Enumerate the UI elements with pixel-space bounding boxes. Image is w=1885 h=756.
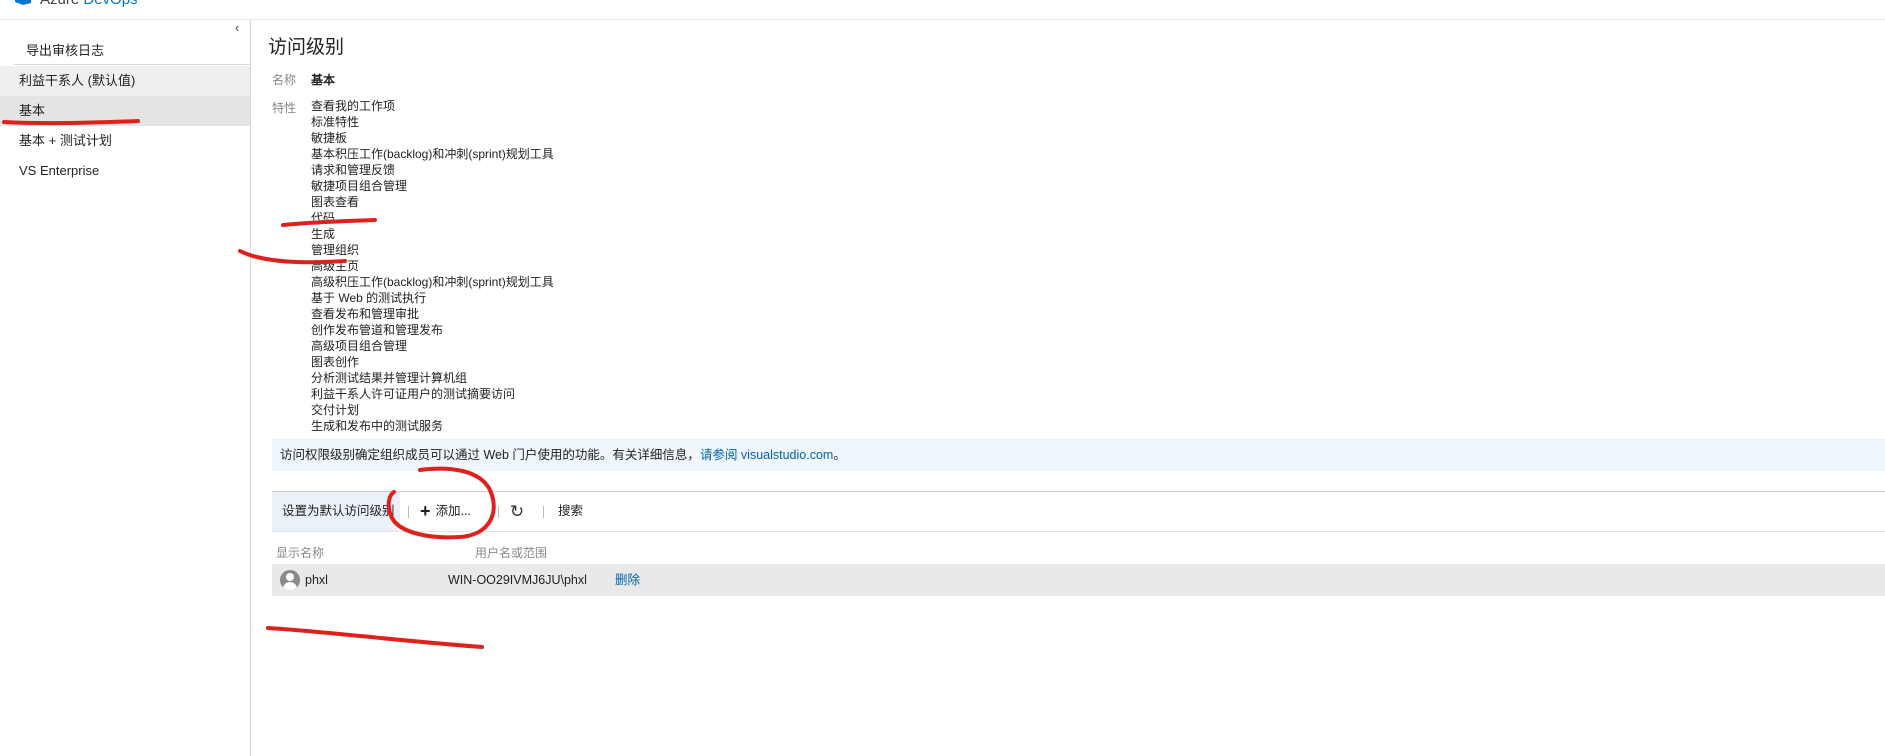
toolbar: 设置为默认访问级别 + 添加... ↻ 搜索 bbox=[272, 492, 1885, 532]
main-panel: 访问级别 名称 基本 特性 查看我的工作项 标准特性敏捷板基本积压工作(backl… bbox=[252, 20, 1885, 756]
add-button-label: 添加... bbox=[435, 504, 471, 518]
brand-title[interactable]: Azure DevOps bbox=[40, 0, 138, 7]
name-value: 基本 bbox=[311, 73, 336, 87]
delete-link[interactable]: 删除 bbox=[615, 564, 640, 596]
feature-item: 图表查看 bbox=[311, 195, 360, 209]
add-button[interactable]: + 添加... bbox=[420, 492, 471, 531]
feature-item: 基于 Web 的测试执行 bbox=[311, 291, 427, 305]
sidebar-item-stakeholder[interactable]: 利益干系人 (默认值) bbox=[0, 66, 250, 96]
azure-devops-logo-icon[interactable] bbox=[14, 0, 32, 5]
column-header-display-name[interactable]: 显示名称 bbox=[276, 544, 324, 561]
toolbar-divider bbox=[498, 506, 499, 518]
sidebar-divider bbox=[14, 64, 251, 65]
feature-item: 查看发布和管理审批 bbox=[311, 307, 420, 321]
table-row[interactable]: phxl WIN-OO29IVMJ6JU\phxl 删除 bbox=[272, 564, 1885, 596]
search-button[interactable]: 搜索 bbox=[558, 492, 583, 531]
feature-item: 标准特性 bbox=[311, 115, 360, 129]
toolbar-divider bbox=[408, 506, 409, 518]
set-default-access-level-button[interactable]: 设置为默认访问级别 bbox=[272, 492, 400, 531]
feature-item: 高级主页 bbox=[311, 259, 360, 273]
brand-part-1: Azure bbox=[40, 0, 79, 8]
top-bar: Azure DevOps bbox=[0, 0, 1885, 20]
page-title: 访问级别 bbox=[268, 37, 345, 58]
info-end: 。 bbox=[833, 448, 846, 462]
export-audit-log-link[interactable]: 导出审核日志 bbox=[26, 40, 104, 59]
column-header-username[interactable]: 用户名或范围 bbox=[475, 544, 547, 561]
visualstudio-link[interactable]: 请参阅 visualstudio.com bbox=[700, 448, 833, 462]
chevron-left-icon[interactable]: ‹ bbox=[235, 20, 239, 35]
feature-item: 生成和发布中的测试服务 bbox=[311, 419, 444, 433]
feature-item: 分析测试结果并管理计算机组 bbox=[311, 371, 468, 385]
feature-item: 创作发布管道和管理发布 bbox=[311, 323, 444, 337]
feature-item: 代码 bbox=[311, 211, 336, 225]
feature-item: 基本积压工作(backlog)和冲刺(sprint)规划工具 bbox=[311, 147, 554, 161]
info-text: 访问权限级别确定组织成员可以通过 Web 门户使用的功能。有关详细信息， bbox=[280, 448, 700, 462]
user-avatar-icon bbox=[280, 570, 300, 590]
left-sidebar: ‹ 导出审核日志 利益干系人 (默认值) 基本 基本 + 测试计划 VS Ent… bbox=[0, 20, 251, 756]
sidebar-item-basic[interactable]: 基本 bbox=[0, 96, 250, 126]
feature-item: 利益干系人许可证用户的测试摘要访问 bbox=[311, 387, 516, 401]
user-username: WIN-OO29IVMJ6JU\phxl bbox=[448, 573, 587, 587]
refresh-icon[interactable]: ↻ bbox=[507, 492, 527, 531]
info-bar: 访问权限级别确定组织成员可以通过 Web 门户使用的功能。有关详细信息，请参阅 … bbox=[272, 439, 1885, 471]
brand-part-2: DevOps bbox=[83, 0, 137, 8]
user-display-name: phxl bbox=[305, 573, 328, 587]
name-label: 名称 bbox=[272, 73, 297, 87]
feature-item: 生成 bbox=[311, 227, 336, 241]
feature-item: 交付计划 bbox=[311, 403, 360, 417]
feature-item: 高级积压工作(backlog)和冲刺(sprint)规划工具 bbox=[311, 275, 554, 289]
feature-item: 图表创作 bbox=[311, 355, 360, 369]
feature-item: 管理组织 bbox=[311, 243, 360, 257]
sidebar-item-basic-test-plans[interactable]: 基本 + 测试计划 bbox=[0, 126, 250, 156]
feature-item: 敏捷项目组合管理 bbox=[311, 179, 408, 193]
features-label: 特性 bbox=[272, 101, 297, 115]
feature-item: 查看我的工作项 bbox=[311, 99, 396, 113]
feature-item: 高级项目组合管理 bbox=[311, 339, 408, 353]
plus-icon: + bbox=[420, 501, 431, 521]
toolbar-divider bbox=[543, 506, 544, 518]
features-list: 查看我的工作项 标准特性敏捷板基本积压工作(backlog)和冲刺(sprint)… bbox=[311, 98, 554, 434]
feature-item: 请求和管理反馈 bbox=[311, 163, 396, 177]
toolbar-bottom-border bbox=[272, 531, 1885, 532]
feature-item: 敏捷板 bbox=[311, 131, 348, 145]
sidebar-item-vs-enterprise[interactable]: VS Enterprise bbox=[0, 156, 250, 186]
